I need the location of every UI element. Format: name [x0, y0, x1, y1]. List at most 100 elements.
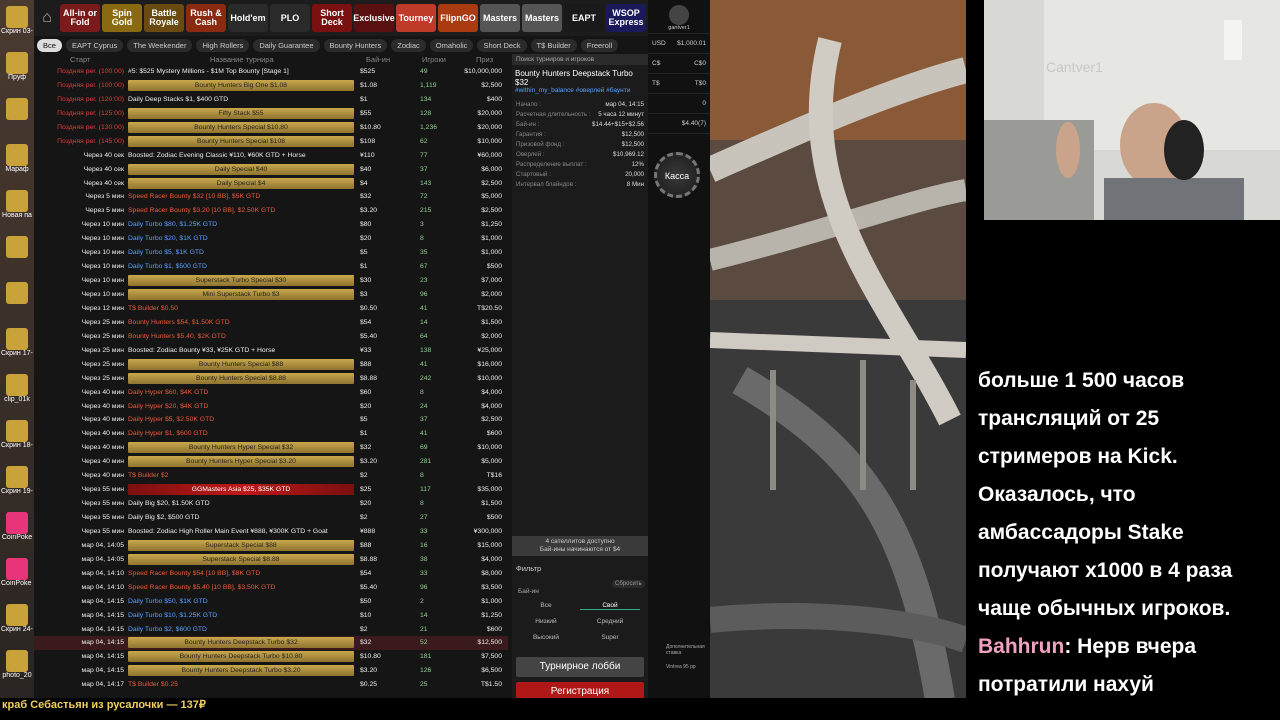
table-row[interactable]: Через 40 мин Bounty Hunters Hyper Special… [34, 455, 508, 469]
table-row[interactable]: мар 04, 14:05 Superstack Special $8.88 $8.… [34, 553, 508, 567]
table-row[interactable]: Через 10 мин Daily Turbo $1, $500 GTD $1 67… [34, 260, 508, 274]
desktop-icon[interactable]: Мараф [2, 144, 32, 176]
desktop-icon[interactable]: photo_20 [2, 650, 32, 682]
filter-chip[interactable]: EAPT Cyprus [65, 38, 124, 52]
table-row[interactable]: Через 10 мин Daily Turbo $20, $1K GTD $20 8… [34, 232, 508, 246]
reset-button[interactable]: Сбросить [612, 580, 645, 588]
table-row[interactable]: Поздняя рег. (125:00) Fifty Stack $55 $55 1… [34, 107, 508, 121]
table-row[interactable]: Через 25 мин Bounty Hunters Special $8.88… [34, 372, 508, 386]
col-prize[interactable]: Приз [476, 55, 493, 64]
table-row[interactable]: Через 40 мин Daily Hyper $5, $2.50K GTD $5… [34, 413, 508, 427]
table-row[interactable]: Через 40 мин Daily Hyper $20, $4K GTD $20 2… [34, 400, 508, 414]
desktop-icon[interactable]: Новая па [2, 190, 32, 222]
desktop-icon[interactable] [2, 282, 32, 314]
table-row[interactable]: Через 5 мин Speed Racer Bounty $3.20 [10 … [34, 204, 508, 218]
balance-row[interactable]: USD $1,000.01 [648, 34, 710, 54]
buyin-option[interactable]: Высокий [516, 634, 576, 641]
table-row[interactable]: мар 04, 14:15 Bounty Hunters Deepstack Tu… [34, 650, 508, 664]
desktop-icon[interactable] [2, 236, 32, 268]
table-row[interactable]: мар 04, 14:15 Bounty Hunters Deepstack Tu… [34, 664, 508, 678]
vip-label[interactable]: Vintrea 95 pp [652, 664, 706, 670]
table-row[interactable]: Через 10 мин Daily Turbo $80, $1.25K GTD $… [34, 218, 508, 232]
balance-row[interactable]: C$ C$0 [648, 54, 710, 74]
cashier-button[interactable]: Касса [654, 152, 700, 198]
search-input[interactable]: Поиск турниров и игроков [512, 54, 648, 65]
filter-chip[interactable]: Zodiac [391, 38, 426, 52]
table-row[interactable]: Через 10 мин Superstack Turbo Special $30… [34, 274, 508, 288]
game-tab[interactable]: PLO [270, 4, 310, 32]
game-tab[interactable]: Spin Gold [102, 4, 142, 32]
balance-row[interactable]: $4.40(7) [648, 114, 710, 134]
table-row[interactable]: Через 55 мин Daily Big $2, $500 GTD $2 27 $5… [34, 511, 508, 525]
game-tab[interactable]: Exclusive [353, 4, 395, 32]
table-row[interactable]: Через 40 сек Daily Special $40 $40 37 $6,000 [34, 163, 508, 177]
filter-chip[interactable]: Omaholic [429, 38, 474, 52]
filter-chip[interactable]: The Weekender [127, 38, 193, 52]
table-row[interactable]: мар 04, 14:15 Daily Turbo $2, $600 GTD $2 2… [34, 623, 508, 637]
game-tab[interactable]: WSOP Express [606, 4, 646, 32]
table-row[interactable]: Через 25 мин Bounty Hunters Special $88 $8… [34, 358, 508, 372]
table-row[interactable]: Через 40 мин Daily Hyper $60, $4K GTD $60 8… [34, 386, 508, 400]
satellites-box[interactable]: 4 сателлитов доступно Бай-ины начинаются … [512, 536, 648, 556]
table-row[interactable]: Через 55 мин GGMasters Asia $25, $35K GTD… [34, 483, 508, 497]
table-row[interactable]: Через 10 мин Mini Superstack Turbo $3 $3 96… [34, 288, 508, 302]
table-row[interactable]: Через 12 мин T$ Builder $0.50 $0.50 41 T$20.… [34, 302, 508, 316]
table-row[interactable]: Через 40 сек Daily Special $4 $4 143 $2,500 [34, 177, 508, 191]
game-tab[interactable]: EAPT [564, 4, 604, 32]
table-row[interactable]: Поздняя рег. (130:00) Bounty Hunters Spec… [34, 121, 508, 135]
game-tab[interactable]: Masters [522, 4, 562, 32]
game-tab[interactable]: Masters [480, 4, 520, 32]
table-row[interactable]: Поздняя рег. (120:00) Daily Deep Stacks $… [34, 93, 508, 107]
desktop-icon[interactable]: Пруф [2, 52, 32, 84]
table-row[interactable]: Через 25 мин Bounty Hunters $5.40, $2K GT… [34, 330, 508, 344]
balance-row[interactable]: T$ T$0 [648, 74, 710, 94]
avatar[interactable] [669, 5, 689, 25]
table-row[interactable]: мар 04, 14:15 Daily Turbo $50, $1K GTD $50… [34, 595, 508, 609]
home-icon[interactable]: ⌂ [34, 3, 60, 33]
table-row[interactable]: Поздняя рег. (100:00) #5: $525 Mystery Mi… [34, 65, 508, 79]
table-row[interactable]: Через 55 мин Boosted: Zodiac High Roller … [34, 525, 508, 539]
col-name[interactable]: Название турнира [210, 55, 274, 64]
game-tab[interactable]: Tourney [396, 4, 436, 32]
col-players[interactable]: Игроки [422, 55, 446, 64]
table-row[interactable]: Поздняя рег. (100:00) Bounty Hunters Big … [34, 79, 508, 93]
col-start[interactable]: Старт [70, 55, 90, 64]
table-row[interactable]: Через 25 мин Bounty Hunters $54, $1.50K G… [34, 316, 508, 330]
table-row[interactable]: мар 04, 14:05 Superstack Special $88 $88 16… [34, 539, 508, 553]
game-tab[interactable]: Rush & Cash [186, 4, 226, 32]
table-row[interactable]: Через 40 мин Bounty Hunters Hyper Special… [34, 441, 508, 455]
desktop-icon[interactable]: CoinPoke [2, 512, 32, 544]
table-row[interactable]: Через 40 мин Daily Hyper $1, $600 GTD $1 41… [34, 427, 508, 441]
filter-chip[interactable]: Все [37, 38, 62, 52]
buyin-option[interactable]: Свой [580, 602, 640, 610]
desktop-icon[interactable]: Скрин 24-02-2 [1, 604, 33, 636]
filter-chip[interactable]: Freeroll [580, 38, 619, 52]
table-row[interactable]: Через 40 сек Boosted: Zodiac Evening Clas… [34, 149, 508, 163]
table-row[interactable]: мар 04, 14:15 Bounty Hunters Deepstack Tu… [34, 636, 508, 651]
filter-chip[interactable]: Daily Guarantee [253, 38, 320, 52]
buyin-option[interactable]: Все [516, 602, 576, 609]
filter-chip[interactable]: Short Deck [477, 38, 527, 52]
desktop-icon[interactable]: Скрин 17-02-2 [1, 328, 33, 360]
table-row[interactable]: Через 25 мин Boosted: Zodiac Bounty ¥33, … [34, 344, 508, 358]
table-row[interactable]: Через 10 мин Daily Turbo $5, $1K GTD $5 35 $… [34, 246, 508, 260]
table-row[interactable]: мар 04, 14:17 T$ Builder $0.25 $0.25 25 T$1.… [34, 678, 508, 692]
extra-bet-label[interactable]: Дополнительная ставка [652, 644, 706, 656]
game-tab[interactable]: Hold'em [228, 4, 268, 32]
game-tab[interactable]: FlipnGO [438, 4, 478, 32]
buyin-option[interactable]: Низкий [516, 618, 576, 625]
game-tab[interactable]: Short Deck [312, 4, 352, 32]
desktop-icon[interactable]: Скрин 19-02-2 [1, 466, 33, 498]
filter-chip[interactable]: High Rollers [196, 38, 250, 52]
game-tab[interactable]: Battle Royale [144, 4, 184, 32]
desktop-icon[interactable] [2, 98, 32, 130]
buyin-option[interactable]: Super [580, 634, 640, 641]
table-row[interactable]: мар 04, 14:15 Daily Turbo $10, $1.25K GTD… [34, 609, 508, 623]
table-row[interactable]: Через 5 мин Speed Racer Bounty $32 [10 BB… [34, 190, 508, 204]
game-tab[interactable]: All-in or Fold [60, 4, 100, 32]
filter-chip[interactable]: T$ Builder [530, 38, 577, 52]
col-buyin[interactable]: Бай-ин [366, 55, 390, 64]
desktop-icon[interactable]: Скрин 18-02-2 [1, 420, 33, 452]
table-row[interactable]: мар 04, 14:10 Speed Racer Bounty $54 [10 … [34, 567, 508, 581]
desktop-icon[interactable]: Скрин 03-03-2 [1, 6, 33, 38]
